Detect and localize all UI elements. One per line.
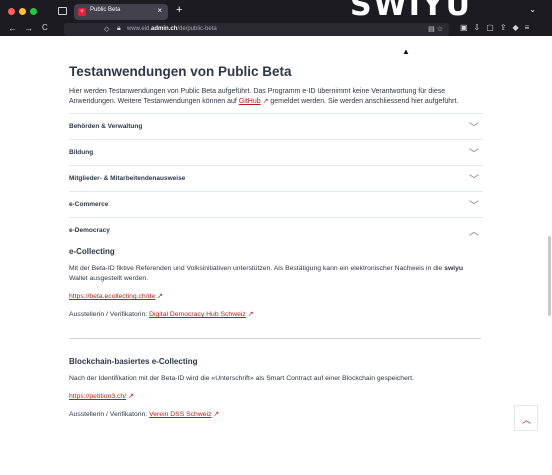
web-page: Testanwendungen von Public Beta Hier wer…: [0, 36, 552, 475]
app-description-part2: Wallet ausgestellt werden.: [69, 275, 149, 282]
close-window-button[interactable]: [8, 8, 15, 15]
chevron-down-icon: ﹀: [469, 175, 479, 186]
accordion-item-mitglieder[interactable]: Mitglieder- & Mitarbeitendenausweise ﹀: [69, 165, 483, 191]
intro-text-part2: gemeldet werden. Sie werden anschliessen…: [268, 98, 459, 105]
accordion-item-ecommerce[interactable]: e-Commerce ﹀: [69, 191, 483, 217]
background-artwork-text: SWIYU: [350, 0, 472, 22]
minimize-window-button[interactable]: [19, 8, 26, 15]
lock-icon[interactable]: 🔒︎: [117, 25, 121, 33]
tab-overflow-icon[interactable]: ⌄: [529, 5, 536, 14]
back-button[interactable]: ←: [8, 23, 17, 33]
accordion-panel-edemocracy: e-Collecting Mit der Beta-ID fiktive Ref…: [69, 247, 483, 420]
external-link-icon: ↗: [157, 293, 163, 300]
accordion-label: Bildung: [69, 149, 94, 156]
external-link-icon: ↗: [127, 393, 134, 400]
app-title: Blockchain-basiertes e-Collecting: [69, 357, 198, 366]
scrollbar-thumb[interactable]: [548, 236, 551, 316]
tab-list-icon[interactable]: [58, 7, 67, 15]
intro-text: Hier werden Testanwendungen von Public B…: [69, 87, 483, 107]
url-text[interactable]: www.eid.admin.ch/de/public-beta: [127, 26, 217, 32]
chevron-down-icon: ﹀: [469, 201, 479, 212]
accordion-label: e-Democracy: [69, 227, 110, 234]
chevron-up-icon: ︿: [522, 415, 532, 425]
issuer-label: Ausstellerin / Verifikatorin:: [69, 311, 150, 318]
tab-title: Public Beta: [90, 7, 121, 13]
maximize-window-button[interactable]: [30, 8, 37, 15]
app-url-line: https://petition3.ch/ ↗: [69, 392, 483, 402]
app-url-link[interactable]: https://beta.ecollecting.ch/de: [69, 293, 155, 300]
github-link[interactable]: GitHub: [239, 98, 261, 105]
app-url-line: https://beta.ecollecting.ch/de ↗: [69, 292, 483, 302]
mouse-cursor-icon: ▲: [402, 47, 410, 56]
app-entry: Blockchain-basiertes e-Collecting Nach d…: [69, 357, 483, 420]
shield-icon[interactable]: ◇: [104, 25, 109, 33]
tab-public-beta[interactable]: + Public Beta ×: [74, 4, 168, 20]
toolbar-extension-icons[interactable]: ▣⇩▢⇪◆≡: [460, 23, 535, 32]
swiss-cross-icon: +: [78, 8, 86, 16]
url-bar[interactable]: ◇ 🔒︎ www.eid.admin.ch/de/public-beta ▤ ☆: [64, 23, 449, 36]
external-link-icon: ↗: [213, 411, 220, 418]
browser-chrome: + Public Beta × + SWIYU ⌄ ← → C ◇ 🔒︎ www…: [0, 0, 552, 36]
chevron-down-icon: ﹀: [469, 123, 479, 134]
app-title: e-Collecting: [69, 247, 115, 256]
issuer-line: Ausstellerin / Verifikatorin: Verein DSS…: [69, 410, 483, 420]
main-content: Testanwendungen von Public Beta Hier wer…: [69, 64, 483, 420]
chevron-down-icon: ﹀: [469, 149, 479, 160]
swiyu-bold: swiyu: [444, 265, 464, 272]
accordion-label: e-Commerce: [69, 201, 109, 208]
issuer-label: Ausstellerin / Verifikatorin:: [69, 411, 150, 418]
app-description: Mit der Beta-ID fiktive Referenden und V…: [69, 264, 483, 284]
forward-button[interactable]: →: [24, 23, 33, 33]
app-description: Nach der Identifikation mit der Beta-ID …: [69, 375, 414, 382]
issuer-link[interactable]: Verein DSS Schweiz: [149, 411, 211, 418]
app-entry: e-Collecting Mit der Beta-ID fiktive Ref…: [69, 247, 483, 320]
accordion: Behörden & Verwaltung ﹀ Bildung ﹀ Mitgli…: [69, 113, 483, 243]
accordion-item-edemocracy[interactable]: e-Democracy ︿: [69, 217, 483, 243]
nav-bar: ← → C ◇ 🔒︎ www.eid.admin.ch/de/public-be…: [0, 22, 552, 36]
app-description-part1: Mit der Beta-ID fiktive Referenden und V…: [69, 265, 445, 272]
accordion-item-bildung[interactable]: Bildung ﹀: [69, 139, 483, 165]
external-link-icon: ↗: [247, 311, 254, 318]
accordion-label: Mitglieder- & Mitarbeitendenausweise: [69, 175, 186, 182]
reload-button[interactable]: C: [42, 23, 48, 32]
tab-close-icon[interactable]: ×: [157, 6, 162, 15]
page-title: Testanwendungen von Public Beta: [69, 64, 292, 79]
issuer-line: Ausstellerin / Verifikatorin: Digital De…: [69, 310, 483, 320]
chevron-up-icon: ︿: [469, 227, 479, 238]
divider: [69, 338, 481, 339]
accordion-item-behoerden[interactable]: Behörden & Verwaltung ﹀: [69, 113, 483, 139]
back-to-top-button[interactable]: ︿: [514, 405, 538, 431]
new-tab-button[interactable]: +: [176, 4, 182, 16]
tab-bar: + Public Beta × + SWIYU ⌄: [0, 0, 552, 22]
issuer-link[interactable]: Digital Democracy Hub Schweiz: [149, 311, 246, 318]
accordion-label: Behörden & Verwaltung: [69, 123, 143, 130]
background-artwork: SWIYU: [300, 0, 510, 22]
url-bar-actions[interactable]: ▤ ☆: [428, 25, 443, 33]
app-url-link[interactable]: https://petition3.ch/: [69, 393, 126, 400]
